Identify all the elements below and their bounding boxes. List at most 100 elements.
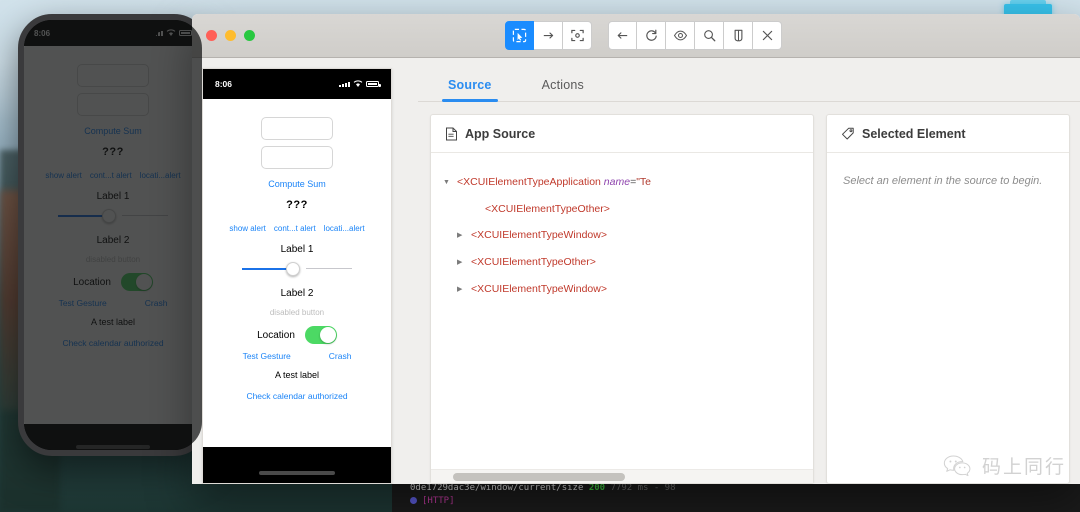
copy-xml-button[interactable] xyxy=(724,21,753,50)
toolbar xyxy=(505,21,782,50)
label-1: Label 1 xyxy=(203,244,391,255)
selected-element-panel: Selected Element Select an element in th… xyxy=(826,114,1070,484)
tag-name: <XCUIElementTypeWindow> xyxy=(471,276,607,302)
appium-inspector-window[interactable]: 8:06 xyxy=(192,14,1080,484)
check-calendar-button[interactable]: Check calendar authorized xyxy=(203,391,391,401)
attr-value: "Te xyxy=(636,176,651,188)
back-button[interactable] xyxy=(608,21,637,50)
check-calendar-button[interactable]: Check calendar authorized xyxy=(24,338,202,348)
search-element-button[interactable] xyxy=(695,21,724,50)
selected-element-title: Selected Element xyxy=(862,127,966,141)
app-source-header: App Source xyxy=(431,115,813,153)
tap-coordinates-tool-button[interactable] xyxy=(563,21,592,50)
document-icon xyxy=(445,127,458,141)
app-ui-background: Compute Sum ??? show alert cont...t aler… xyxy=(24,46,202,348)
show-alert-button[interactable]: show alert xyxy=(45,171,81,180)
slider-track-empty xyxy=(122,215,168,216)
refresh-button[interactable] xyxy=(637,21,666,50)
toggle-knob xyxy=(320,327,336,343)
input-field-1[interactable] xyxy=(77,64,149,87)
input-field-2[interactable] xyxy=(77,93,149,116)
app-source-panel: App Source <XCUIElementTypeApplication n… xyxy=(430,114,814,484)
inspector-panels: App Source <XCUIElementTypeApplication n… xyxy=(418,102,1080,484)
chevron-right-icon[interactable] xyxy=(457,276,471,303)
chevron-right-icon[interactable] xyxy=(457,222,471,249)
source-horizontal-scrollbar[interactable] xyxy=(431,469,813,483)
select-element-tool-button[interactable] xyxy=(505,21,534,50)
chevron-down-icon[interactable] xyxy=(443,169,457,196)
app-source-body[interactable]: <XCUIElementTypeApplication name="Te <XC… xyxy=(431,153,813,483)
background-simulator[interactable]: 8:06 Compute Sum ??? show alert xyxy=(18,14,208,456)
tree-row-other-2[interactable]: <XCUIElementTypeOther> xyxy=(443,249,803,276)
location-label: Location xyxy=(257,330,295,341)
location-alert-button[interactable]: locati...alert xyxy=(140,171,181,180)
home-indicator xyxy=(259,471,335,475)
tag-name: <XCUIElementTypeWindow> xyxy=(471,222,607,248)
tag-icon xyxy=(841,127,855,141)
tab-actions[interactable]: Actions xyxy=(536,78,590,101)
close-window-button[interactable] xyxy=(206,30,217,41)
battery-icon xyxy=(179,30,192,36)
tree-row-window-1[interactable]: <XCUIElementTypeWindow> xyxy=(443,222,803,249)
slider-knob[interactable] xyxy=(286,262,300,276)
chevron-right-icon[interactable] xyxy=(457,249,471,276)
toolbar-group-actions xyxy=(608,21,782,50)
show-alert-button[interactable]: show alert xyxy=(229,224,265,233)
screenshot-screen[interactable]: Compute Sum ??? show alert cont...t aler… xyxy=(203,99,391,447)
a-test-label: A test label xyxy=(203,370,391,380)
tag-name: <XCUIElementTypeOther> xyxy=(471,249,596,275)
input-field-1[interactable] xyxy=(261,117,333,140)
app-source-title: App Source xyxy=(465,127,535,141)
slider-knob[interactable] xyxy=(102,209,116,223)
tree-spacer xyxy=(471,196,485,197)
alert-links-row: show alert cont...t alert locati...alert xyxy=(24,171,202,180)
recording-toggle-button[interactable] xyxy=(666,21,695,50)
value-slider[interactable] xyxy=(242,261,352,277)
test-gesture-button[interactable]: Test Gesture xyxy=(243,351,291,361)
quit-session-button[interactable] xyxy=(753,21,782,50)
location-alert-button[interactable]: locati...alert xyxy=(324,224,365,233)
input-field-2[interactable] xyxy=(261,146,333,169)
crash-button[interactable]: Crash xyxy=(145,298,168,308)
content-alert-button[interactable]: cont...t alert xyxy=(274,224,316,233)
simulator-screen[interactable]: Compute Sum ??? show alert cont...t aler… xyxy=(24,46,202,424)
compute-sum-button[interactable]: Compute Sum xyxy=(24,126,202,136)
screenshot-status-time: 8:06 xyxy=(215,79,232,89)
compute-sum-button[interactable]: Compute Sum xyxy=(203,179,391,189)
app-ui-screenshot: Compute Sum ??? show alert cont...t aler… xyxy=(203,99,391,401)
minimize-window-button[interactable] xyxy=(225,30,236,41)
tab-source[interactable]: Source xyxy=(442,78,498,101)
tree-row-window-2[interactable]: <XCUIElementTypeWindow> xyxy=(443,276,803,303)
device-screenshot[interactable]: 8:06 xyxy=(202,68,392,484)
swipe-tool-button[interactable] xyxy=(534,21,563,50)
copy-icon xyxy=(731,28,746,43)
content-alert-button[interactable]: cont...t alert xyxy=(90,171,132,180)
tree-row-application-text: <XCUIElementTypeApplication name="Te xyxy=(457,169,651,195)
wifi-icon xyxy=(353,80,363,88)
value-slider[interactable] xyxy=(58,208,168,224)
crash-button[interactable]: Crash xyxy=(329,351,352,361)
terminal-http-tag: [HTTP] xyxy=(422,496,455,506)
close-x-icon xyxy=(760,28,775,43)
refresh-icon xyxy=(644,28,659,43)
screenshot-bottom-bar xyxy=(203,447,391,483)
slider-track-filled xyxy=(58,215,104,217)
location-toggle[interactable] xyxy=(121,273,153,291)
alert-links-row: show alert cont...t alert locati...alert xyxy=(203,224,391,233)
location-toggle[interactable] xyxy=(305,326,337,344)
window-title-bar[interactable] xyxy=(192,14,1080,58)
tree-row-application[interactable]: <XCUIElementTypeApplication name="Te xyxy=(443,169,803,196)
tree-row-other-1[interactable]: <XCUIElementTypeOther> xyxy=(443,196,803,222)
xml-source-tree[interactable]: <XCUIElementTypeApplication name="Te <XC… xyxy=(431,153,813,303)
terminal-bullet-icon xyxy=(410,497,417,504)
test-gesture-button[interactable]: Test Gesture xyxy=(59,298,107,308)
tag-name: <XCUIElementTypeOther> xyxy=(485,196,610,222)
toggle-knob xyxy=(136,274,152,290)
traffic-lights xyxy=(192,30,255,41)
scrollbar-thumb[interactable] xyxy=(453,473,625,481)
window-body: 8:06 xyxy=(192,58,1080,484)
maximize-window-button[interactable] xyxy=(244,30,255,41)
status-bar-time: 8:06 xyxy=(34,29,50,38)
toolbar-group-tools xyxy=(505,21,592,50)
simulator-notch xyxy=(66,20,160,40)
